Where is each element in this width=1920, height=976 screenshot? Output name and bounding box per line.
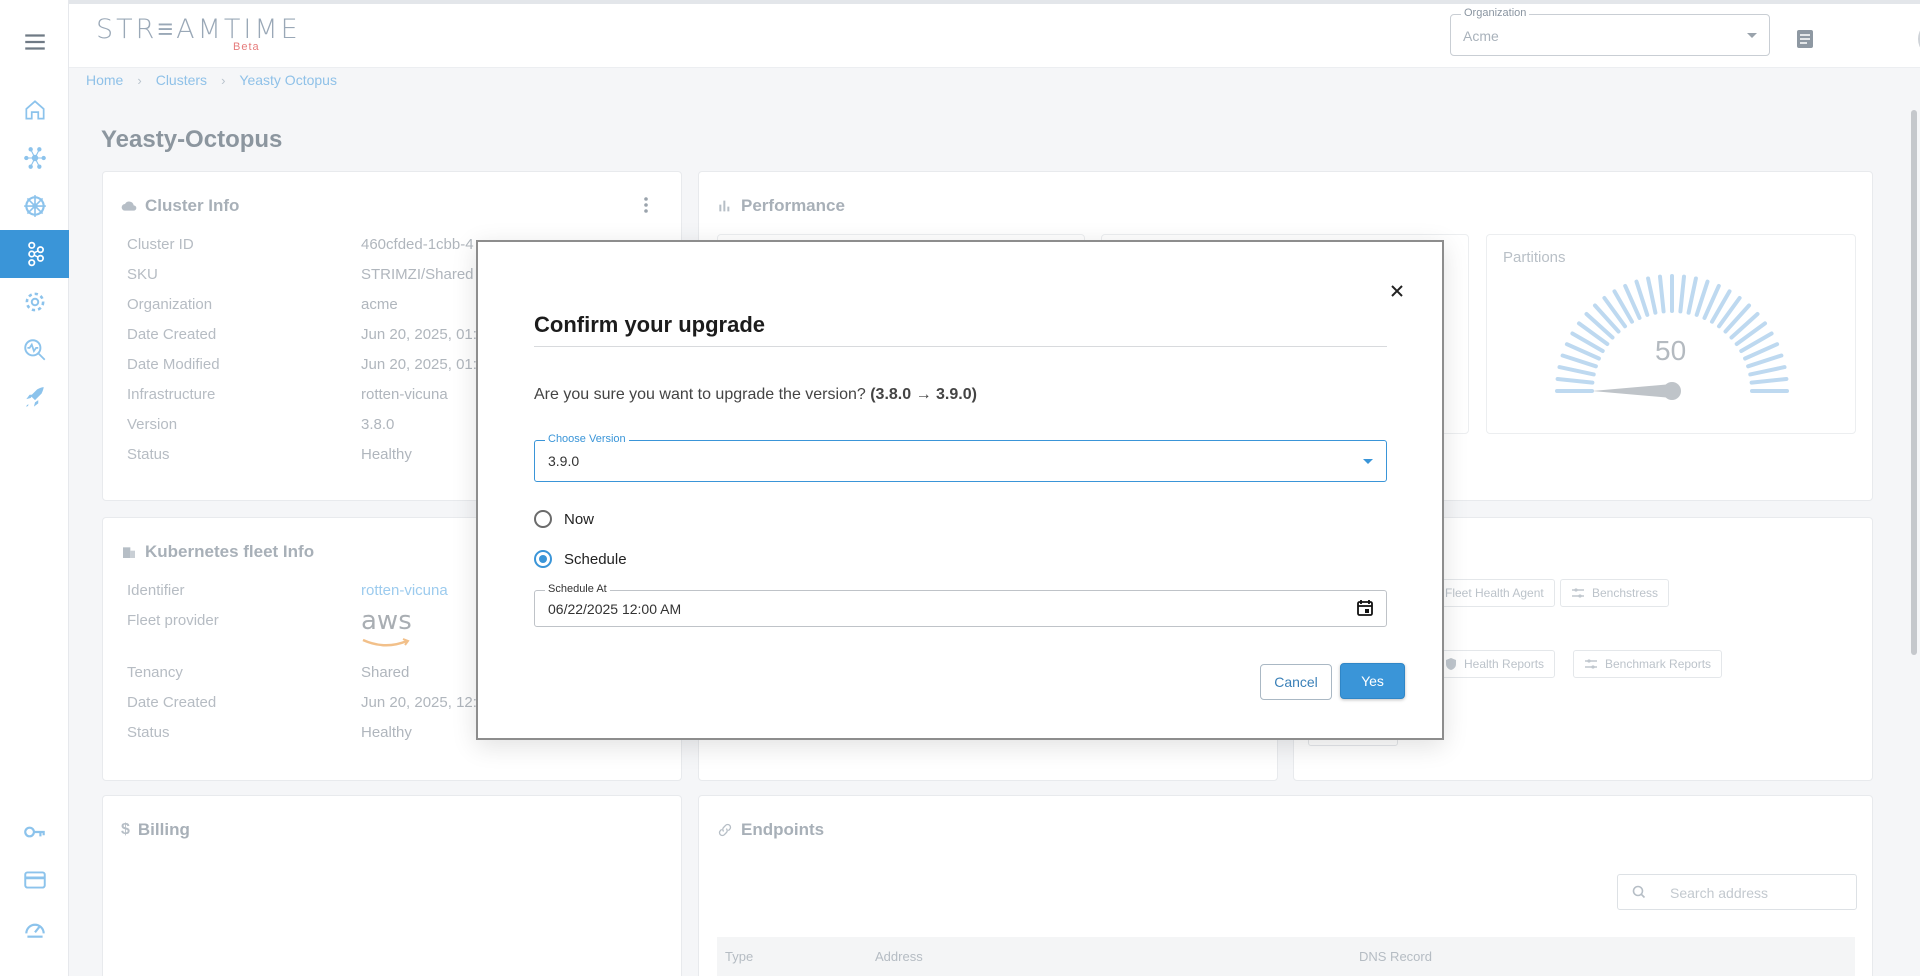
schedule-datetime-value: 06/22/2025 12:00 AM	[548, 601, 682, 617]
close-icon	[1391, 285, 1403, 297]
upgrade-confirm-dialog: Confirm your upgrade Are you sure you wa…	[476, 240, 1444, 740]
dialog-title: Confirm your upgrade	[534, 312, 766, 337]
chevron-down-icon	[1363, 459, 1373, 464]
dialog-question: Are you sure you want to upgrade the ver…	[534, 386, 977, 403]
choose-version-label: Choose Version	[545, 433, 629, 445]
yes-button[interactable]: Yes	[1340, 663, 1405, 699]
choose-version-select[interactable]: Choose Version 3.9.0	[534, 433, 1387, 482]
calendar-icon[interactable]	[1356, 599, 1374, 617]
radio-schedule[interactable]: Schedule	[534, 550, 627, 568]
schedule-datetime-input[interactable]: Schedule At 06/22/2025 12:00 AM	[534, 583, 1387, 627]
radio-now-indicator[interactable]	[534, 510, 552, 528]
version-change: (3.8.0 → 3.9.0)	[870, 386, 977, 403]
choose-version-value: 3.9.0	[548, 453, 580, 469]
schedule-at-label: Schedule At	[545, 583, 610, 595]
radio-now[interactable]: Now	[534, 510, 594, 528]
radio-schedule-indicator[interactable]	[534, 550, 552, 568]
divider	[534, 346, 1387, 347]
close-button[interactable]	[1386, 280, 1408, 302]
cancel-button[interactable]: Cancel	[1260, 664, 1332, 700]
